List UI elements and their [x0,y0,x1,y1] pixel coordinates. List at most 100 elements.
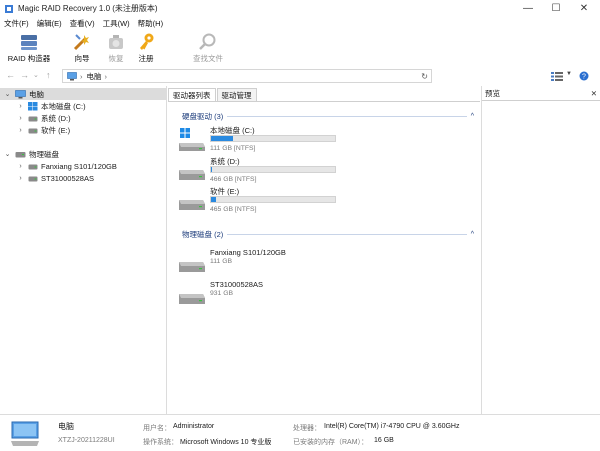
tree-item-computer[interactable]: ⌄ 电脑 [0,88,166,100]
group-header-physical[interactable]: 物理磁盘 (2) ^ [182,229,474,239]
tree-item-label: 系统 (D:) [41,113,71,123]
usage-fill [211,167,213,172]
drive-item-e[interactable]: 软件 (E:) 465 GB [NTFS] [178,186,358,218]
expand-icon[interactable]: › [16,127,25,134]
drive-info: 111 GB [NTFS] [210,145,256,152]
status-bar: 电脑 XTZJ-20211228UI 用户名： Administrator 操作… [0,414,600,451]
close-preview-icon[interactable]: ✕ [591,89,597,98]
restore-button[interactable]: 恢复 [102,32,130,64]
address-field[interactable]: › 电脑 › ↻ [62,69,432,83]
raid-builder-label: RAID 构造器 [7,54,51,63]
menu-edit[interactable]: 编辑(E) [33,18,66,29]
status-os-key: 操作系统： [143,439,178,446]
refresh-icon[interactable]: ↻ [421,72,428,81]
address-separator: › [80,71,83,81]
usage-bar [210,166,336,173]
tree-item-disk1[interactable]: › Fanxiang S101/120GB [16,160,117,172]
tree-item-label: 本地磁盘 (C:) [41,101,86,111]
drive-info: 466 GB [NTFS] [210,176,257,183]
physical-drive-2[interactable]: ST31000528AS 931 GB [178,280,358,312]
status-ram-key: 已安装的内存（RAM）： [293,439,369,446]
preview-header: 预览 ✕ [482,86,600,101]
forward-arrow-icon[interactable]: → [20,70,29,80]
menu-tools[interactable]: 工具(W) [99,18,134,29]
status-user-key: 用户名： [143,425,171,432]
status-computer-id: XTZJ-20211228UI [58,437,115,444]
expand-icon[interactable]: › [16,103,25,110]
tree-pane: ⌄ 电脑 › 本地磁盘 (C:) › 系统 (D:) › 软件 (E:) ⌄ 物… [0,86,167,414]
wizard-icon [71,32,93,52]
tree-item-system[interactable]: › 系统 (D:) [16,112,71,124]
restore-icon [105,32,127,52]
tree-item-label: 电脑 [29,89,44,99]
collapse-icon[interactable]: ⌄ [3,90,12,98]
back-arrow-icon[interactable]: ← [6,70,15,80]
drive-icon [28,176,38,181]
collapse-arrow-icon[interactable]: ^ [471,231,474,238]
tree-item-label: 软件 (E:) [41,125,71,135]
menu-file[interactable]: 文件(F) [0,18,33,29]
expand-icon[interactable]: › [16,163,25,170]
drive-info: 931 GB [210,290,234,297]
view-dropdown-icon[interactable]: ▼ [566,71,572,77]
preview-title: 预览 [485,88,500,98]
usage-fill [211,197,216,202]
computer-icon [11,421,39,446]
view-options-icon[interactable] [551,72,563,81]
tree-item-disk2[interactable]: › ST31000528AS [16,172,94,184]
history-dropdown-icon[interactable]: ⌄ [33,71,39,79]
drive-item-c[interactable]: 本地磁盘 (C:) 111 GB [NTFS] [178,125,358,157]
collapse-arrow-icon[interactable]: ^ [471,113,474,120]
tree-item-software[interactable]: › 软件 (E:) [16,124,70,136]
svg-text:?: ? [582,74,586,81]
drive-icon [179,170,205,180]
collapse-icon[interactable]: ⌄ [3,150,12,158]
menu-view[interactable]: 查看(V) [66,18,99,29]
status-user-value: Administrator [173,423,215,430]
menu-help[interactable]: 帮助(H) [134,18,167,29]
tab-divider [168,101,480,102]
tab-drive-list[interactable]: 驱动器列表 [168,88,216,101]
restore-label: 恢复 [108,54,124,63]
group-title: 硬盘驱动 (3) [182,111,224,121]
physical-disk-icon [15,151,26,157]
toolbar: RAID 构造器 向导 恢复 注册 查找文件 [0,30,600,66]
window-title: Magic RAID Recovery 1.0 (未注册版本) [18,4,158,13]
drive-info: 465 GB [NTFS] [210,206,257,213]
drive-name: ST31000528AS [210,280,263,289]
up-arrow-icon[interactable]: ↑ [46,70,51,80]
computer-icon [67,71,77,80]
maximize-button[interactable]: ☐ [542,0,570,17]
windows-drive-icon [28,101,38,110]
address-path: 电脑 [86,71,102,81]
tree-item-local-disk[interactable]: › 本地磁盘 (C:) [16,100,86,112]
tree-item-physical[interactable]: ⌄ 物理磁盘 [0,148,59,160]
wizard-button[interactable]: 向导 [68,32,96,64]
drive-item-d[interactable]: 系统 (D:) 466 GB [NTFS] [178,156,358,188]
expand-icon[interactable]: › [16,115,25,122]
usage-bar [210,196,336,203]
drive-icon [28,164,38,169]
group-divider [227,233,467,235]
register-button[interactable]: 注册 [134,32,158,64]
help-icon[interactable]: ? [579,71,589,81]
drive-icon [28,128,38,133]
computer-icon [15,89,26,98]
menu-bar: 文件(F) 编辑(E) 查看(V) 工具(W) 帮助(H) [0,17,600,30]
drive-icon [179,200,205,210]
address-bar: ← → ⌄ ↑ › 电脑 › ↻ ▼ ? [0,67,600,85]
tree-item-label: 物理磁盘 [29,149,59,159]
group-header-logical[interactable]: 硬盘驱动 (3) ^ [182,111,474,121]
tab-drive-manager[interactable]: 驱动管理 [216,88,257,101]
raid-disks-icon [18,32,40,52]
status-cpu-value: Intel(R) Core(TM) i7-4790 CPU @ 3.60GHz [324,423,460,430]
close-button[interactable]: ✕ [570,0,598,17]
physical-drive-1[interactable]: Fanxiang S101/120GB 111 GB [178,248,358,280]
raid-builder-button[interactable]: RAID 构造器 [6,32,52,64]
minimize-button[interactable]: — [514,0,542,17]
search-icon [197,32,219,52]
status-ram-value: 16 GB [374,437,394,444]
expand-icon[interactable]: › [16,175,25,182]
group-title: 物理磁盘 (2) [182,229,224,239]
find-file-button[interactable]: 查找文件 [190,32,226,64]
